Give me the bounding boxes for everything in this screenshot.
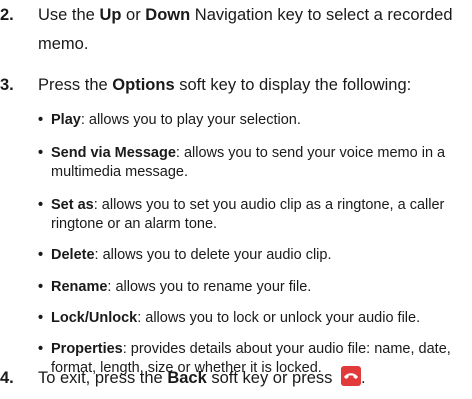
bullet-dot: •: [38, 197, 44, 213]
bullet-dot: •: [38, 341, 44, 357]
option-description: : allows you to play your selection.: [80, 112, 301, 128]
bullet-dot: •: [38, 145, 44, 161]
option-term: Send via Message: [51, 145, 176, 161]
bullet-dot: •: [38, 247, 44, 263]
step-number: 2.: [0, 6, 14, 24]
option-description: : allows you to lock or unlock your audi…: [137, 310, 421, 326]
options-key-label: Options: [112, 76, 175, 94]
step-text: Press the Options soft key to display th…: [38, 76, 412, 94]
bullet-dot: •: [38, 112, 44, 128]
option-term: Rename: [51, 279, 108, 295]
step-text: Use the Up or Down Navigation key to sel…: [38, 6, 453, 53]
option-description: : allows you to rename your file.: [107, 279, 312, 295]
option-term: Lock/Unlock: [51, 310, 138, 326]
back-key-label: Back: [167, 369, 207, 387]
step-text: To exit, press the Back soft key or pres…: [38, 364, 470, 393]
step-number: 3.: [0, 76, 14, 94]
up-key-label: Up: [99, 6, 122, 24]
end-call-key-icon: [340, 366, 361, 386]
option-term: Set as: [51, 197, 94, 213]
step-number: 4.: [0, 369, 14, 387]
bullet-dot: •: [38, 310, 44, 326]
option-description: : allows you to set you audio clip as a …: [51, 197, 445, 232]
down-key-label: Down: [145, 6, 191, 24]
bullet-dot: •: [38, 279, 44, 295]
option-term: Delete: [51, 247, 95, 263]
option-description: : allows you to delete your audio clip.: [94, 247, 332, 263]
option-term: Play: [51, 112, 81, 128]
option-term: Properties: [51, 341, 123, 357]
